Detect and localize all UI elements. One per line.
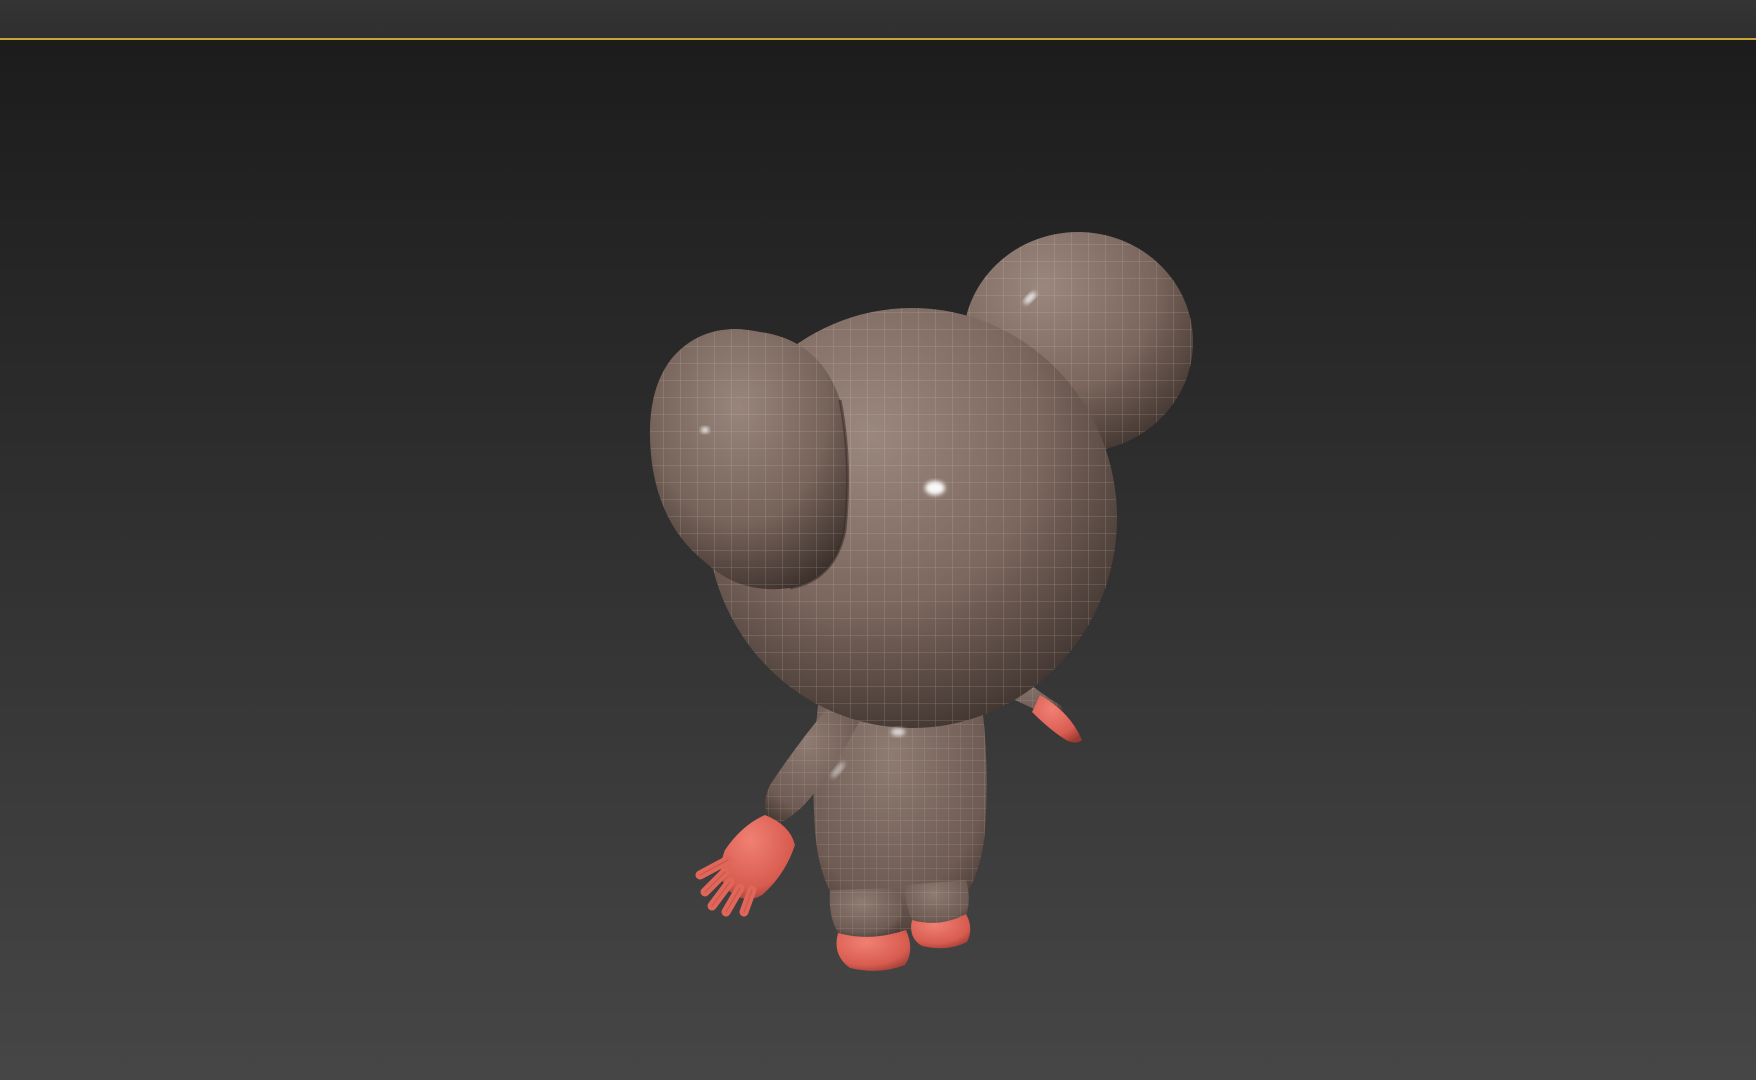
left-hand[interactable] [695, 815, 795, 917]
perspective-viewport[interactable] [0, 40, 1756, 1080]
right-hand[interactable] [1032, 695, 1082, 743]
app-window [0, 0, 1756, 1080]
scene-canvas[interactable] [0, 40, 1756, 1080]
left-ear[interactable] [649, 329, 850, 590]
viewport-header-bar[interactable] [0, 0, 1756, 38]
character-model[interactable] [649, 232, 1193, 971]
